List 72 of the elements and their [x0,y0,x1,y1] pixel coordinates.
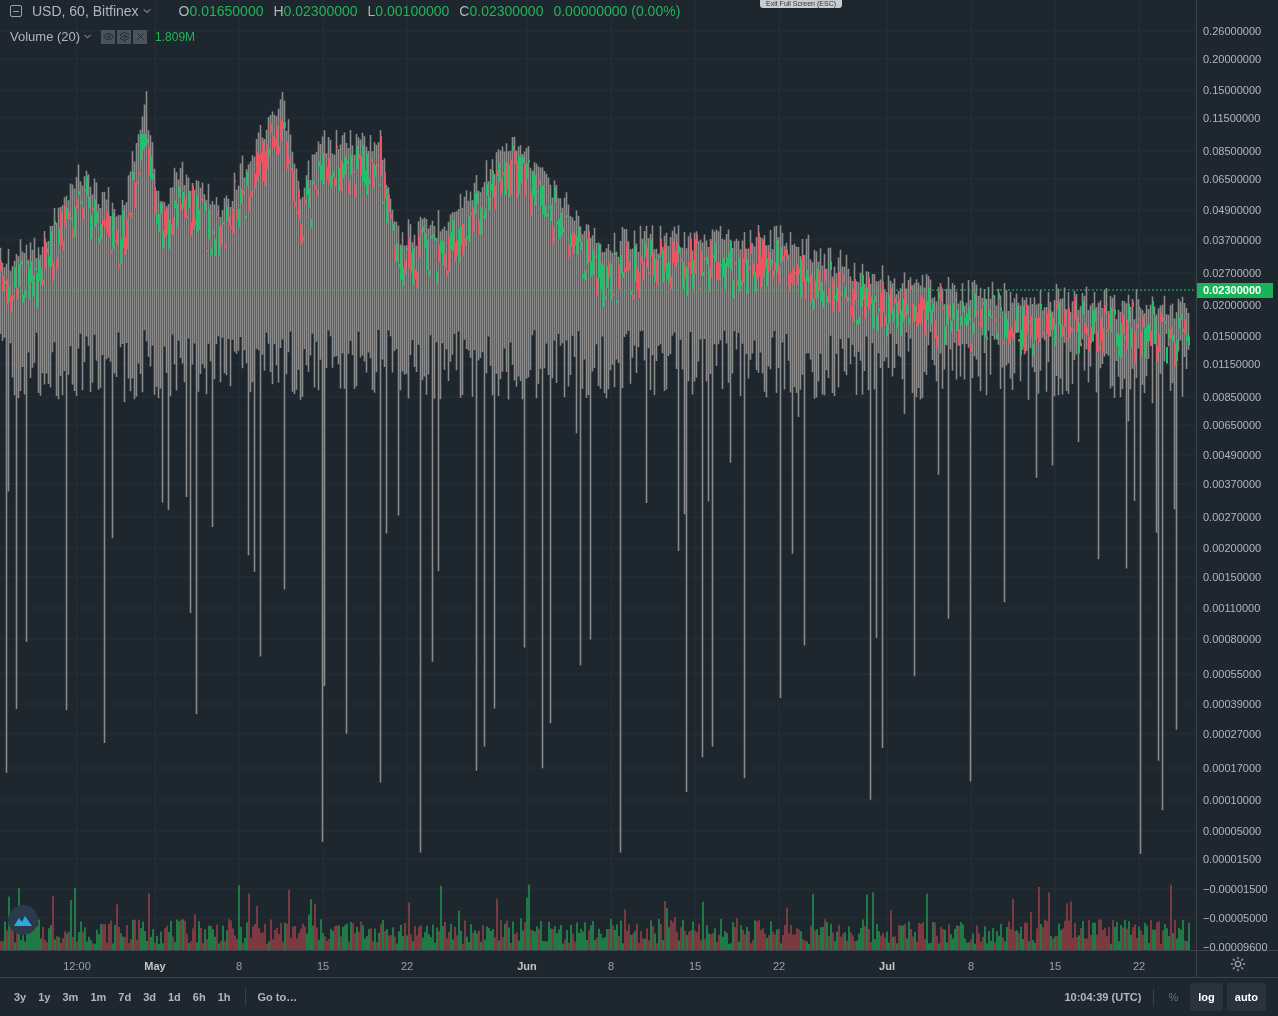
scale-button[interactable]: log [1190,983,1223,1011]
price-axis-label: 0.00080000 [1203,633,1262,645]
price-axis-label: 0.02000000 [1203,299,1262,311]
range-button[interactable]: 7d [112,988,138,1006]
range-button[interactable]: 6h [186,988,212,1006]
price-axis-label: −0.00001500 [1203,883,1268,895]
close-icon[interactable] [133,29,148,44]
price-axis-label: 0.00370000 [1203,478,1262,490]
time-axis-label: 15 [316,959,330,974]
clock-time: 10:04:39 (UTC) [1064,989,1142,1005]
price-axis-label: 0.00110000 [1203,602,1261,614]
range-button[interactable]: 1d [162,988,187,1006]
price-axis-label: 0.00270000 [1203,511,1262,523]
range-button[interactable]: 3m [56,988,85,1006]
price-axis-label: 0.00150000 [1203,571,1262,583]
symbol-title[interactable]: USD, 60, Bitfinex [32,0,139,22]
go-to-button[interactable]: Go to… [253,988,302,1006]
ohlc-value: H0.02300000 [273,1,358,21]
price-axis-label: 0.00200000 [1203,542,1262,554]
time-axis-label: 12:00 [63,959,91,974]
price-axis-label: 0.00055000 [1203,668,1262,680]
price-axis-label: 0.00027000 [1203,728,1262,740]
volume-value: 1.809M [155,28,196,46]
ohlc-value: O0.01650000 [178,1,264,21]
range-button[interactable]: 1m [84,988,113,1006]
time-axis-label: 8 [607,959,615,974]
volume-legend-label[interactable]: Volume (20) [10,27,81,47]
change-value: 0.00000000 (0.00%) [553,1,681,21]
time-axis-label: 8 [967,959,975,974]
time-axis-label: 15 [688,959,702,974]
settings-icon[interactable] [117,29,132,44]
price-axis-label: 0.00017000 [1203,762,1262,774]
price-axis-label: 0.00650000 [1203,419,1262,431]
time-axis-label: May [144,959,166,974]
collapse-icon[interactable] [10,5,22,17]
ohlc-value: L0.00100000 [367,1,450,21]
time-axis-label: Jul [879,959,895,974]
ohlc-value: C0.02300000 [459,1,544,21]
time-axis-label: Jun [517,959,537,974]
range-button[interactable]: 1h [211,988,237,1006]
time-axis-label: 8 [235,959,243,974]
time-axis-label: 15 [1048,959,1062,974]
price-axis-label: 0.08500000 [1203,145,1262,157]
price-axis-label: 0.15000000 [1203,84,1262,96]
time-axis-label: 22 [772,959,786,974]
range-button[interactable]: 3d [137,988,162,1006]
price-axis-label: 0.06500000 [1203,173,1262,185]
price-axis-label: 0.04900000 [1203,204,1262,216]
price-axis-label: 0.00490000 [1203,449,1262,461]
price-axis-label: 0.03700000 [1203,234,1262,246]
price-axis-label: 0.02700000 [1203,267,1262,279]
price-axis-label: 0.00850000 [1203,391,1262,403]
scale-button[interactable]: auto [1226,983,1266,1011]
price-axis-label: 0.00001500 [1203,853,1262,865]
price-axis-label: 0.01150000 [1203,358,1261,370]
last-price-badge: 0.02300000 [1197,283,1273,298]
sun-icon[interactable] [1229,956,1246,972]
logo-icon[interactable] [8,905,38,935]
price-axis-label: 0.20000000 [1203,53,1262,65]
price-axis-label: 0.00039000 [1203,698,1262,710]
time-axis-label: 22 [400,959,414,974]
price-axis-label: 0.00005000 [1203,825,1262,837]
price-axis-label: −0.00009600 [1203,941,1268,953]
price-axis-label: 0.00010000 [1203,794,1262,806]
price-axis-label: 0.01500000 [1203,330,1262,342]
range-button[interactable]: 3y [8,988,33,1006]
time-axis-label: 22 [1132,959,1146,974]
price-axis-label: 0.11500000 [1203,112,1261,124]
eye-icon[interactable] [101,29,116,44]
price-axis-label: 0.26000000 [1203,25,1262,37]
price-axis-label: −0.00005000 [1203,912,1268,924]
range-button[interactable]: 1y [32,988,57,1006]
